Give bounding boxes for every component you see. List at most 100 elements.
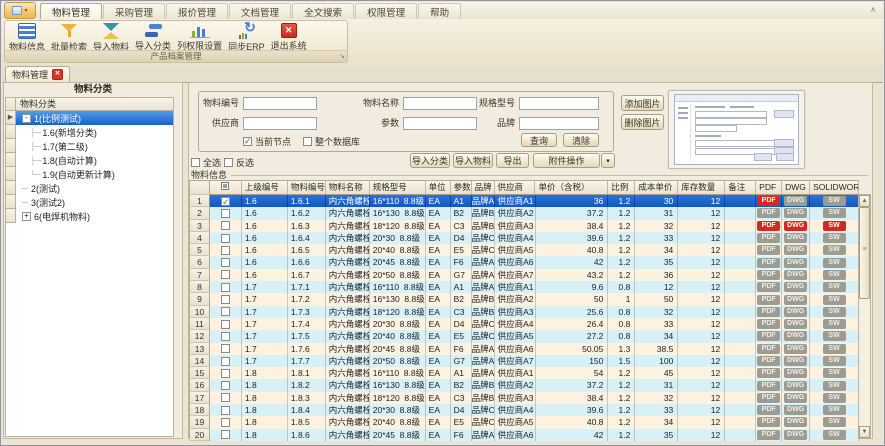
row-checkbox[interactable]	[221, 234, 230, 243]
pdf-badge[interactable]: PDF	[757, 295, 780, 305]
delete-image-button[interactable]: 删除图片	[621, 114, 664, 130]
pdf-badge[interactable]: PDF	[757, 356, 780, 366]
invert-selection-option[interactable]: 反选	[224, 156, 254, 169]
dwg-badge[interactable]: DWG	[784, 405, 807, 415]
import-category-button[interactable]: 导入分类	[410, 153, 450, 168]
row-checkbox[interactable]	[221, 357, 230, 366]
column-header[interactable]: 供应商	[495, 181, 536, 195]
table-row[interactable]: 201.81.8.6内六角螺栓620*45 8.8级EAF6品牌A供应商A642…	[190, 429, 859, 441]
search-input-2[interactable]	[403, 97, 477, 110]
column-header[interactable]: 单位	[426, 181, 451, 195]
document-tab[interactable]: 物料管理 ✕	[5, 66, 70, 82]
sw-badge[interactable]: SW	[823, 331, 846, 341]
tree-column-header[interactable]: 物料分类	[16, 98, 173, 111]
table-row[interactable]: 151.81.8.1内六角螺栓116*110 8.8级EAA1品牌A供应商A15…	[190, 367, 859, 379]
pdf-badge[interactable]: PDF	[757, 368, 780, 378]
menu-tab[interactable]: 全文搜索	[292, 3, 354, 19]
search-input-2[interactable]	[403, 117, 477, 130]
table-row[interactable]: 141.71.7.7内六角螺栓720*50 8.8级EAG7品牌A供应商A715…	[190, 355, 859, 367]
table-row[interactable]: 161.81.8.2内六角螺栓216*130 8.8级EAB2品牌B供应商A23…	[190, 379, 859, 391]
menu-tab[interactable]: 报价管理	[166, 3, 228, 19]
column-header[interactable]: 库存数量	[678, 181, 725, 195]
dwg-badge[interactable]: DWG	[784, 196, 807, 206]
row-checkbox-cell[interactable]	[210, 392, 242, 404]
row-checkbox-cell[interactable]	[210, 330, 242, 342]
sw-badge[interactable]: SW	[823, 319, 846, 329]
pdf-badge[interactable]: PDF	[757, 331, 780, 341]
row-checkbox[interactable]	[221, 283, 230, 292]
search-input-1[interactable]	[243, 97, 317, 110]
scrollbar-thumb[interactable]	[859, 207, 870, 299]
ribbon-button[interactable]: 批量检索	[48, 22, 90, 52]
add-image-button[interactable]: 添加图片	[621, 95, 664, 111]
tree-item-body[interactable]: -1(比例测试)	[16, 111, 173, 125]
dwg-badge[interactable]: DWG	[784, 270, 807, 280]
row-checkbox[interactable]	[221, 344, 230, 353]
dwg-badge[interactable]: DWG	[784, 319, 807, 329]
checkbox-select-all[interactable]	[191, 158, 200, 167]
row-checkbox-cell[interactable]	[210, 379, 242, 391]
column-header[interactable]: PDF	[756, 181, 782, 195]
row-checkbox-cell[interactable]	[210, 207, 242, 219]
row-checkbox-cell[interactable]	[210, 220, 242, 232]
row-checkbox[interactable]	[221, 295, 230, 304]
close-icon[interactable]: ✕	[52, 69, 63, 80]
ribbon-button[interactable]: 物料信息	[6, 22, 48, 52]
checkbox-current-node[interactable]	[243, 137, 252, 146]
row-checkbox-cell[interactable]	[210, 256, 242, 268]
row-checkbox[interactable]	[221, 393, 230, 402]
dwg-badge[interactable]: DWG	[784, 381, 807, 391]
row-checkbox-cell[interactable]	[210, 293, 242, 305]
clear-button[interactable]: 清除	[563, 133, 599, 147]
collapse-node-icon[interactable]: -	[22, 114, 31, 123]
tree-item[interactable]: ▶-1(比例测试)	[6, 111, 173, 125]
table-row[interactable]: 81.71.7.1内六角螺栓116*110 8.8级EAA1品牌A供应商A19.…	[190, 281, 859, 293]
row-checkbox-cell[interactable]	[210, 416, 242, 428]
pdf-badge[interactable]: PDF	[757, 221, 780, 231]
row-checkbox-cell[interactable]	[210, 429, 242, 441]
table-row[interactable]: 101.71.7.3内六角螺栓318*120 8.8级EAC3品牌B供应商A32…	[190, 306, 859, 318]
row-checkbox[interactable]	[221, 197, 230, 206]
dwg-badge[interactable]: DWG	[784, 221, 807, 231]
tree-item[interactable]: ─3(测试2)	[6, 195, 173, 209]
pdf-badge[interactable]: PDF	[757, 417, 780, 427]
tree-item[interactable]: ─2(测试)	[6, 181, 173, 195]
table-row[interactable]: 51.61.6.5内六角螺栓520*40 8.8级EAE5品牌C供应商A540.…	[190, 244, 859, 256]
tree-item-body[interactable]: ├─1.7(第二级)	[16, 139, 173, 153]
ribbon-button[interactable]: 导入物料	[90, 22, 132, 52]
sw-badge[interactable]: SW	[823, 356, 846, 366]
table-row[interactable]: 91.71.7.2内六角螺栓216*130 8.8级EAB2品牌B供应商A250…	[190, 293, 859, 305]
row-checkbox-cell[interactable]	[210, 232, 242, 244]
column-header[interactable]: 备注	[725, 181, 756, 195]
sw-badge[interactable]: SW	[823, 344, 846, 354]
tree-item[interactable]: ├─1.8(自动计算)	[6, 153, 173, 167]
row-checkbox-cell[interactable]	[210, 343, 242, 355]
column-header[interactable]: 规格型号	[370, 181, 426, 195]
menu-tab[interactable]: 文档管理	[229, 3, 291, 19]
scroll-up-button[interactable]: ▲	[859, 195, 870, 207]
table-row[interactable]: 171.81.8.3内六角螺栓318*120 8.8级EAC3品牌B供应商A33…	[190, 392, 859, 404]
row-checkbox[interactable]	[221, 332, 230, 341]
column-header[interactable]: SOLIDWORKS	[810, 181, 859, 195]
attachment-dropdown-button[interactable]: ▾	[601, 153, 615, 168]
tree-item-body[interactable]: ├─1.6(新增分类)	[16, 125, 173, 139]
menu-tab[interactable]: 权限管理	[355, 3, 417, 19]
table-row[interactable]: 11.61.6.1内六角螺栓116*110 8.8级EAA1品牌A供应商A136…	[190, 195, 859, 207]
dwg-badge[interactable]: DWG	[784, 233, 807, 243]
export-button[interactable]: 导出	[496, 153, 529, 168]
sw-badge[interactable]: SW	[823, 417, 846, 427]
row-checkbox-cell[interactable]	[210, 404, 242, 416]
column-header[interactable]: 物料编号	[288, 181, 326, 195]
dwg-badge[interactable]: DWG	[784, 282, 807, 292]
pdf-badge[interactable]: PDF	[757, 307, 780, 317]
expand-node-icon[interactable]: +	[22, 212, 31, 221]
row-checkbox[interactable]	[221, 307, 230, 316]
pdf-badge[interactable]: PDF	[757, 233, 780, 243]
app-menu-button[interactable]: ▾	[4, 2, 36, 19]
checkbox-invert[interactable]	[224, 158, 233, 167]
checkbox-whole-database[interactable]	[303, 137, 312, 146]
column-header[interactable]: 参数	[451, 181, 472, 195]
table-row[interactable]: 61.61.6.6内六角螺栓620*45 8.8级EAF6品牌A供应商A6421…	[190, 256, 859, 268]
table-row[interactable]: 31.61.6.3内六角螺栓318*120 8.8级EAC3品牌B供应商A338…	[190, 220, 859, 232]
scroll-down-button[interactable]: ▼	[859, 426, 870, 438]
